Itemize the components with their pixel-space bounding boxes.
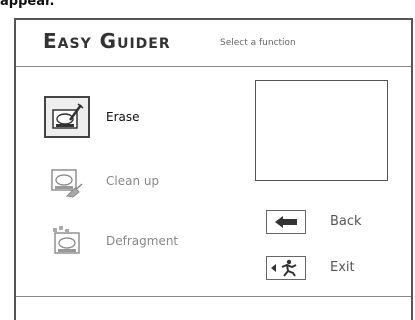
erase-icon — [44, 96, 90, 138]
back-arrow-icon — [266, 210, 306, 234]
function-erase-label: Erase — [106, 110, 140, 124]
header: Easy Guider Select a function — [16, 20, 411, 67]
cleanup-icon — [44, 160, 90, 202]
easy-guider-window: Easy Guider Select a function Erase Clea… — [14, 18, 413, 320]
exit-button[interactable]: Exit — [266, 256, 386, 284]
function-cleanup-label: Clean up — [106, 174, 160, 188]
back-label: Back — [330, 214, 362, 229]
function-defragment[interactable]: Defragment — [44, 220, 204, 264]
subtitle: Select a function — [220, 38, 296, 48]
function-cleanup[interactable]: Clean up — [44, 160, 204, 204]
exit-label: Exit — [330, 260, 355, 275]
app-title: Easy Guider — [43, 29, 171, 53]
function-erase[interactable]: Erase — [44, 96, 204, 140]
exit-running-man-icon — [266, 256, 306, 280]
function-defragment-label: Defragment — [106, 234, 179, 248]
caption-text: appear. — [0, 0, 55, 9]
preview-panel — [255, 80, 388, 181]
footer-divider — [16, 296, 411, 297]
back-button[interactable]: Back — [266, 210, 386, 238]
defragment-icon — [44, 220, 90, 262]
